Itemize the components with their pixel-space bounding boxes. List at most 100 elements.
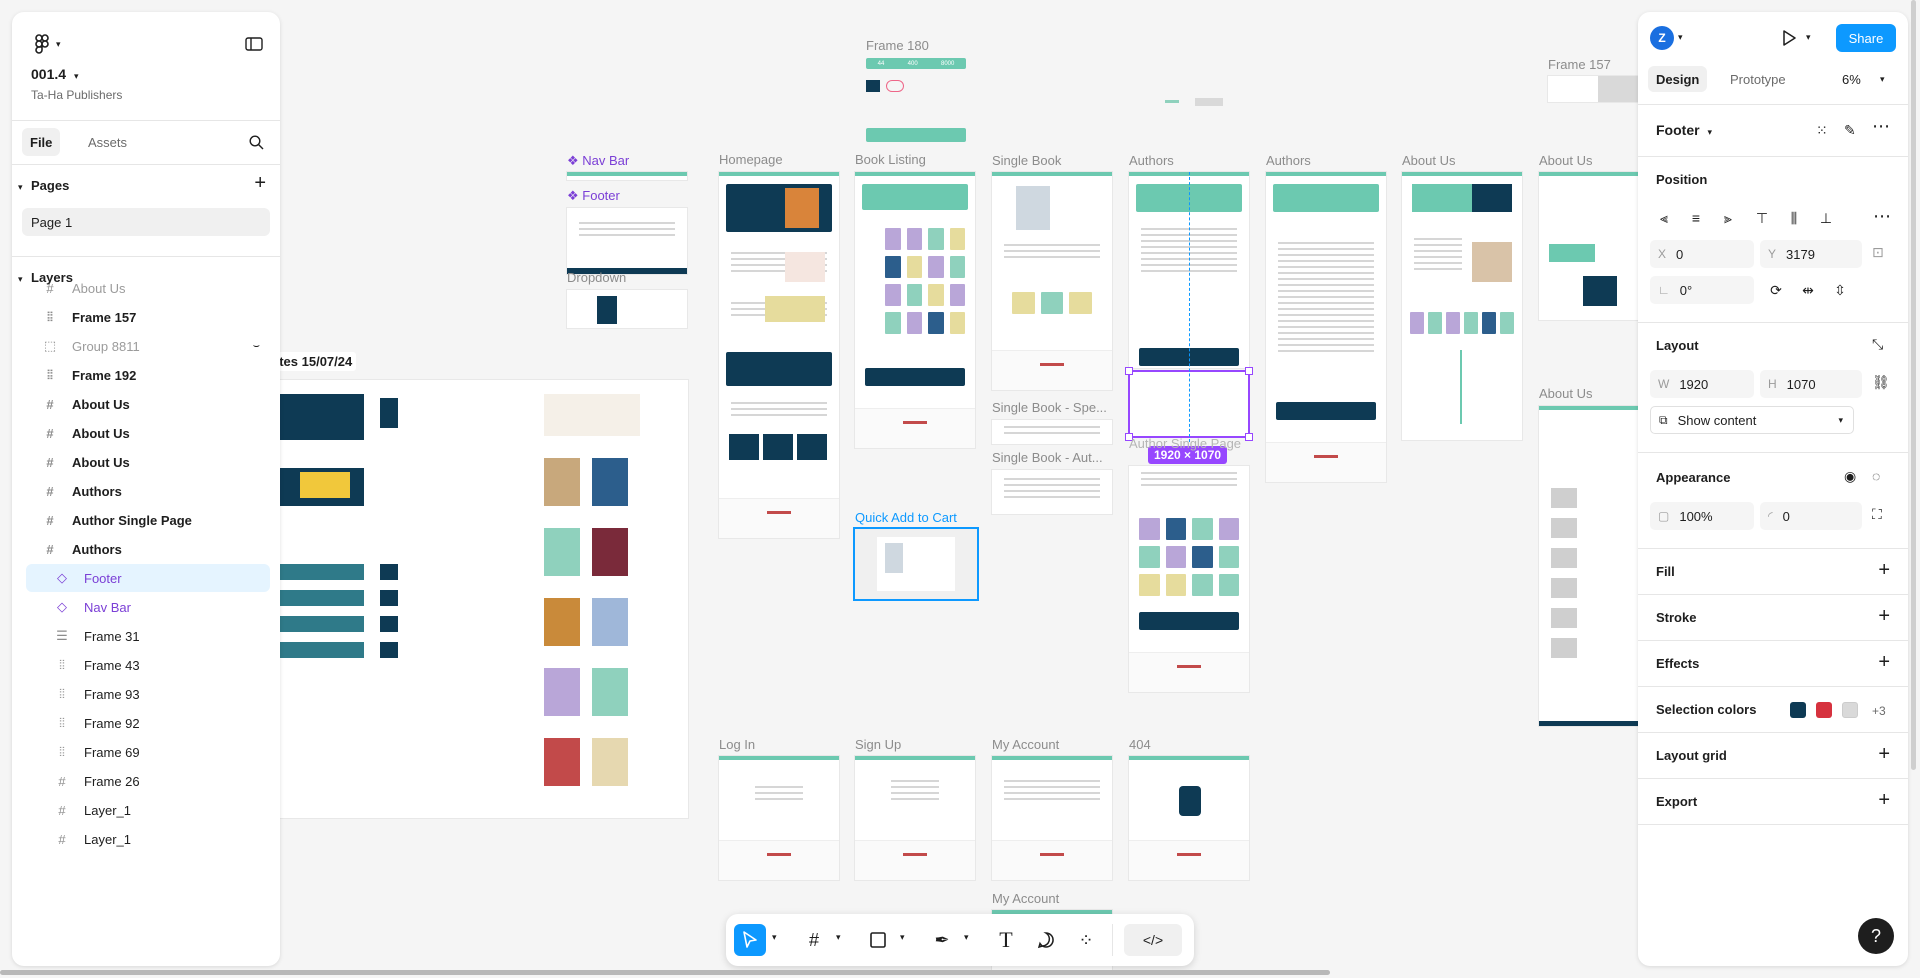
present-chevron-icon[interactable]: ▾	[1806, 32, 1811, 43]
navbar-frame[interactable]	[567, 172, 687, 180]
about-us-2-label[interactable]: About Us	[1539, 153, 1592, 168]
my-account-frame[interactable]	[992, 756, 1112, 880]
add-stroke-icon[interactable]: +	[1878, 606, 1890, 626]
single-book-aut-frame[interactable]	[992, 470, 1112, 514]
align-left-icon[interactable]: ⫷	[1650, 204, 1678, 232]
flip-vertical-icon[interactable]: ⇳	[1826, 276, 1854, 304]
layer-item[interactable]: # Authors	[26, 477, 270, 505]
layer-item[interactable]: # About Us	[26, 448, 270, 476]
hidden-eye-icon[interactable]: ⌣	[253, 340, 260, 353]
eye-icon[interactable]: ◉	[1844, 468, 1856, 485]
frame-tool-icon[interactable]: #	[798, 924, 830, 956]
frame-180-label[interactable]: Frame 180	[866, 38, 929, 53]
navbar-label[interactable]: ❖ Nav Bar	[567, 153, 629, 169]
page-item-page-1[interactable]: Page 1	[22, 208, 270, 236]
selection-color-swatch[interactable]	[1816, 702, 1832, 718]
layer-item[interactable]: ⦙⦙ Frame 92	[26, 709, 270, 737]
layer-item[interactable]: ☰ Frame 31	[26, 622, 270, 650]
zoom-chevron-icon[interactable]: ▾	[1880, 74, 1885, 85]
rotation-input[interactable]: ∟ 0°	[1650, 276, 1754, 304]
edit-component-icon[interactable]: ✎	[1844, 122, 1856, 139]
signup-frame[interactable]	[855, 756, 975, 880]
opacity-input[interactable]: ▢ 100%	[1650, 502, 1754, 530]
book-listing-frame[interactable]	[855, 172, 975, 448]
layer-item[interactable]: ⦙⦙ Frame 69	[26, 738, 270, 766]
add-layout-grid-icon[interactable]: +	[1878, 744, 1890, 764]
design-canvas[interactable]: ates 15/07/24 Frame 180 44 400 8000 Fram…	[0, 0, 1920, 978]
figma-logo-icon[interactable]	[30, 32, 54, 56]
independent-corners-icon[interactable]: ⛶	[1872, 506, 1882, 523]
pages-collapse-icon[interactable]: ▾	[18, 182, 23, 193]
shape-tool-caret-icon[interactable]: ▾	[900, 932, 905, 943]
dev-mode-toggle-icon[interactable]: </>	[1124, 924, 1182, 956]
zoom-level[interactable]: 6%	[1842, 72, 1861, 87]
layer-item[interactable]: # Author Single Page	[26, 506, 270, 534]
horizontal-scrollbar[interactable]	[0, 970, 1330, 975]
about-us-3-frame[interactable]	[1539, 406, 1639, 726]
layer-item[interactable]: ⦙⦙ Frame 43	[26, 651, 270, 679]
selection-color-swatch[interactable]	[1790, 702, 1806, 718]
about-us-3-label[interactable]: About Us	[1539, 386, 1592, 401]
align-bottom-icon[interactable]: ⊥	[1812, 204, 1840, 232]
actions-tool-icon[interactable]: ⁘	[1070, 924, 1102, 956]
frame-180-pill[interactable]: 44 400 8000	[866, 58, 966, 69]
blend-mode-icon[interactable]: ◌	[1872, 468, 1880, 484]
footer-frame[interactable]	[567, 208, 687, 274]
layer-item[interactable]: ◇ Nav Bar	[26, 593, 270, 621]
tab-prototype[interactable]: Prototype	[1724, 66, 1792, 92]
login-frame[interactable]	[719, 756, 839, 880]
layer-item[interactable]: # About Us	[26, 274, 270, 302]
share-button[interactable]: Share	[1836, 24, 1896, 52]
avatar-chevron-icon[interactable]: ▾	[1678, 32, 1683, 43]
add-export-icon[interactable]: +	[1878, 790, 1890, 810]
component-name[interactable]: Footer ▾	[1656, 122, 1712, 138]
sidebar-toggle-icon[interactable]	[242, 32, 266, 56]
author-single-frame[interactable]	[1129, 466, 1249, 692]
layer-item[interactable]: ⦙⦙ Frame 157	[26, 303, 270, 331]
tab-file[interactable]: File	[22, 128, 61, 156]
authors-label[interactable]: Authors	[1129, 153, 1174, 168]
width-input[interactable]: W 1920	[1650, 370, 1754, 398]
move-tool-icon[interactable]	[734, 924, 766, 956]
single-book-label[interactable]: Single Book	[992, 153, 1061, 168]
frame-157[interactable]	[1548, 76, 1638, 102]
layer-item[interactable]: # Authors	[26, 535, 270, 563]
layer-item[interactable]: # Frame 26	[26, 767, 270, 795]
updates-frame[interactable]	[240, 380, 688, 818]
add-page-icon[interactable]: +	[254, 172, 266, 195]
author-single-label[interactable]: Author Single Page	[1129, 436, 1241, 451]
layer-item[interactable]: # Layer_1	[26, 825, 270, 853]
align-center-h-icon[interactable]: ≡	[1682, 204, 1710, 232]
404-label[interactable]: 404	[1129, 737, 1151, 752]
my-account-label[interactable]: My Account	[992, 737, 1059, 752]
tab-assets[interactable]: Assets	[78, 128, 137, 156]
text-tool-icon[interactable]: T	[990, 924, 1022, 956]
align-top-icon[interactable]: ⊤	[1748, 204, 1776, 232]
component-chevron-icon[interactable]: ▾	[1707, 127, 1712, 137]
add-effect-icon[interactable]: +	[1878, 652, 1890, 672]
main-menu-chevron-icon[interactable]: ▾	[56, 39, 61, 50]
about-us-label[interactable]: About Us	[1402, 153, 1455, 168]
layer-item[interactable]: ◇ Footer	[26, 564, 270, 592]
layer-item[interactable]: ⬚ Group 8811 ⌣	[26, 332, 270, 360]
align-middle-v-icon[interactable]: ⫼	[1780, 204, 1808, 232]
file-name[interactable]: 001.4 ▾	[31, 66, 78, 82]
file-chevron-icon[interactable]: ▾	[74, 71, 79, 81]
x-position-input[interactable]: X0	[1650, 240, 1754, 268]
flip-horizontal-icon[interactable]: ⇹	[1794, 276, 1822, 304]
frame-tool-caret-icon[interactable]: ▾	[836, 932, 841, 943]
book-listing-label[interactable]: Book Listing	[855, 152, 926, 167]
footer-label[interactable]: ❖ Footer	[567, 188, 620, 204]
authors-2-label[interactable]: Authors	[1266, 153, 1311, 168]
align-right-icon[interactable]: ⫸	[1714, 204, 1742, 232]
height-input[interactable]: H 1070	[1760, 370, 1862, 398]
constrain-proportions-icon[interactable]: ⛓	[1872, 374, 1890, 391]
vertical-scrollbar[interactable]	[1911, 0, 1916, 770]
single-book-frame[interactable]	[992, 172, 1112, 390]
quick-add-frame[interactable]	[855, 529, 977, 599]
constraints-icon[interactable]: ⊡	[1872, 244, 1884, 261]
layer-item[interactable]: # About Us	[26, 419, 270, 447]
rotate-90-icon[interactable]: ⟳	[1762, 276, 1790, 304]
tab-design[interactable]: Design	[1648, 66, 1708, 92]
more-colors-count[interactable]: +3	[1872, 704, 1886, 718]
